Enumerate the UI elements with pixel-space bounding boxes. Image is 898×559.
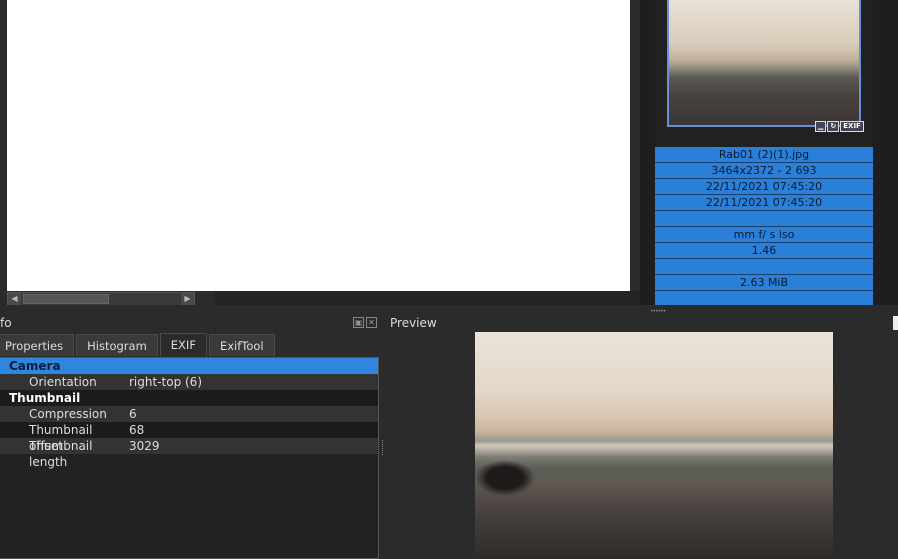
horizontal-scrollbar[interactable]: ◀ ▶	[7, 292, 195, 306]
table-row[interactable]: Compression 6	[0, 406, 378, 422]
preview-title: Preview	[390, 316, 437, 330]
file-info-list: Rab01 (2)(1).jpg 3464x2372 - 2 693 22/11…	[655, 147, 873, 307]
left-edge	[0, 0, 7, 305]
preview-image[interactable]	[475, 332, 833, 559]
status-strip	[215, 291, 655, 305]
column-divider	[640, 0, 655, 305]
scroll-right-icon[interactable]: ▶	[181, 293, 194, 305]
thumbnail-image[interactable]	[667, 0, 861, 127]
tab-properties[interactable]: Properties	[0, 334, 75, 356]
file-name: Rab01 (2)(1).jpg	[655, 147, 873, 163]
file-browser-area[interactable]	[7, 0, 630, 291]
rotate-icon: ↻	[827, 121, 840, 132]
tab-histogram[interactable]: Histogram	[76, 334, 158, 356]
exif-table: Camera Orientation right-top (6) Thumbnai…	[0, 357, 379, 559]
group-camera[interactable]: Camera	[0, 358, 378, 374]
table-row[interactable]: Thumbnail offset 68	[0, 422, 378, 453]
table-row[interactable]: Orientation right-top (6)	[0, 374, 378, 390]
vertical-splitter-grip[interactable]	[382, 440, 385, 455]
splitter-grip-icon[interactable]: ••••••	[650, 308, 666, 315]
scroll-left-icon[interactable]: ◀	[8, 293, 21, 305]
scrollbar-thumb[interactable]	[23, 294, 109, 304]
preview-edge	[893, 316, 898, 330]
tab-exif[interactable]: EXIF	[159, 333, 207, 356]
group-thumbnail[interactable]: Thumbnail	[0, 390, 378, 406]
minimize-icon: ▁	[815, 121, 827, 132]
splitter[interactable]	[0, 305, 898, 313]
info-row-empty	[655, 259, 873, 275]
info-panel-title: fo	[0, 316, 12, 330]
right-edge	[873, 0, 898, 305]
info-tabs: Properties Histogram EXIF ExifTool	[0, 333, 275, 356]
date-taken: 22/11/2021 07:45:20	[655, 179, 873, 195]
info-row-empty	[655, 211, 873, 227]
tab-exiftool[interactable]: ExifTool	[208, 334, 275, 356]
file-size: 2.63 MiB	[655, 275, 873, 291]
camera-settings: mm f/ s iso	[655, 227, 873, 243]
exif-badge: EXIF	[840, 121, 864, 132]
aspect-ratio: 1.46	[655, 243, 873, 259]
table-row[interactable]: Thumbnail length 3029	[0, 438, 378, 469]
float-panel-icon[interactable]: ▣	[353, 317, 364, 328]
date-modified: 22/11/2021 07:45:20	[655, 195, 873, 211]
close-panel-icon[interactable]: ✕	[366, 317, 377, 328]
thumbnail-badges: ▁ ↻ EXIF	[815, 121, 864, 132]
dimensions-size: 3464x2372 - 2 693	[655, 163, 873, 179]
